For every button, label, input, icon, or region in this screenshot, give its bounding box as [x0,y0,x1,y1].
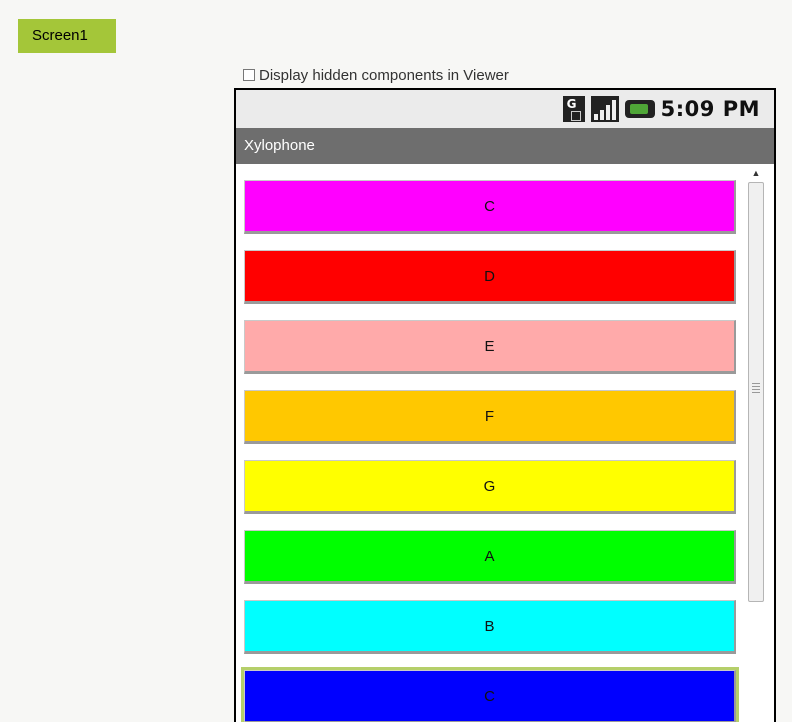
phone-viewer: G 5:09 PM Xylophone C D E F G A B C ▲ [234,88,776,722]
note-button-g[interactable]: G [244,460,736,514]
note-button-c[interactable]: C [244,180,736,234]
note-button-b[interactable]: B [244,600,736,654]
scroll-thumb[interactable] [748,182,764,602]
app-title-bar: Xylophone [236,128,774,164]
display-hidden-checkbox[interactable] [243,69,255,81]
network-g-icon: G [562,96,585,122]
status-bar: G 5:09 PM [236,90,774,128]
note-button-e[interactable]: E [244,320,736,374]
signal-bars-icon [590,96,619,122]
note-button-high-c[interactable]: C [241,667,739,722]
scroll-grip-icon [752,383,760,393]
note-button-a[interactable]: A [244,530,736,584]
status-time: 5:09 PM [660,97,760,121]
network-letter: G [566,97,577,111]
battery-icon [624,100,655,118]
screen-content: C D E F G A B C ▲ [236,164,774,722]
display-hidden-label: Display hidden components in Viewer [259,66,509,84]
screen-tab[interactable]: Screen1 [18,19,116,53]
note-button-d[interactable]: D [244,250,736,304]
note-button-f[interactable]: F [244,390,736,444]
display-hidden-components-option[interactable]: Display hidden components in Viewer [243,65,509,85]
vertical-scrollbar[interactable]: ▲ [746,164,766,722]
scroll-up-arrow-icon[interactable]: ▲ [748,164,764,182]
app-title: Xylophone [244,137,315,154]
